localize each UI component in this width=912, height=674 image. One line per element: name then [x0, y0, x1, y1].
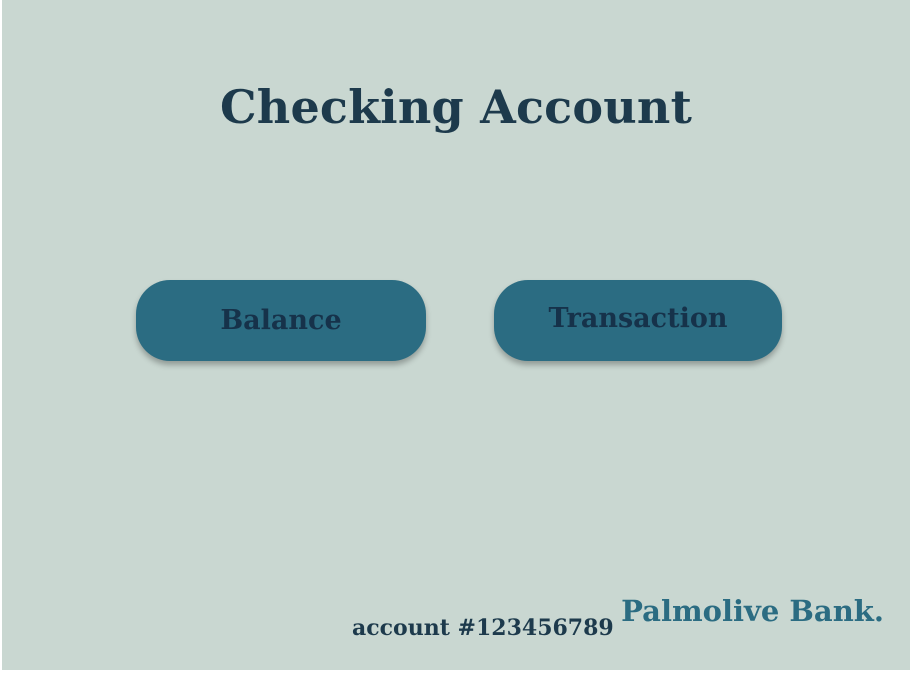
balance-button-label: Balance — [220, 305, 342, 336]
balance-button[interactable]: Balance — [136, 280, 426, 361]
transaction-button[interactable]: Transaction — [494, 280, 782, 361]
page-title: Checking Account — [219, 80, 693, 134]
transaction-button-label: Transaction — [548, 303, 728, 334]
checking-account-screen: Checking Account Balance Transaction acc… — [2, 0, 910, 670]
bank-brand-logo: Palmolive Bank. — [621, 594, 884, 628]
account-number: account #123456789 — [352, 615, 614, 641]
